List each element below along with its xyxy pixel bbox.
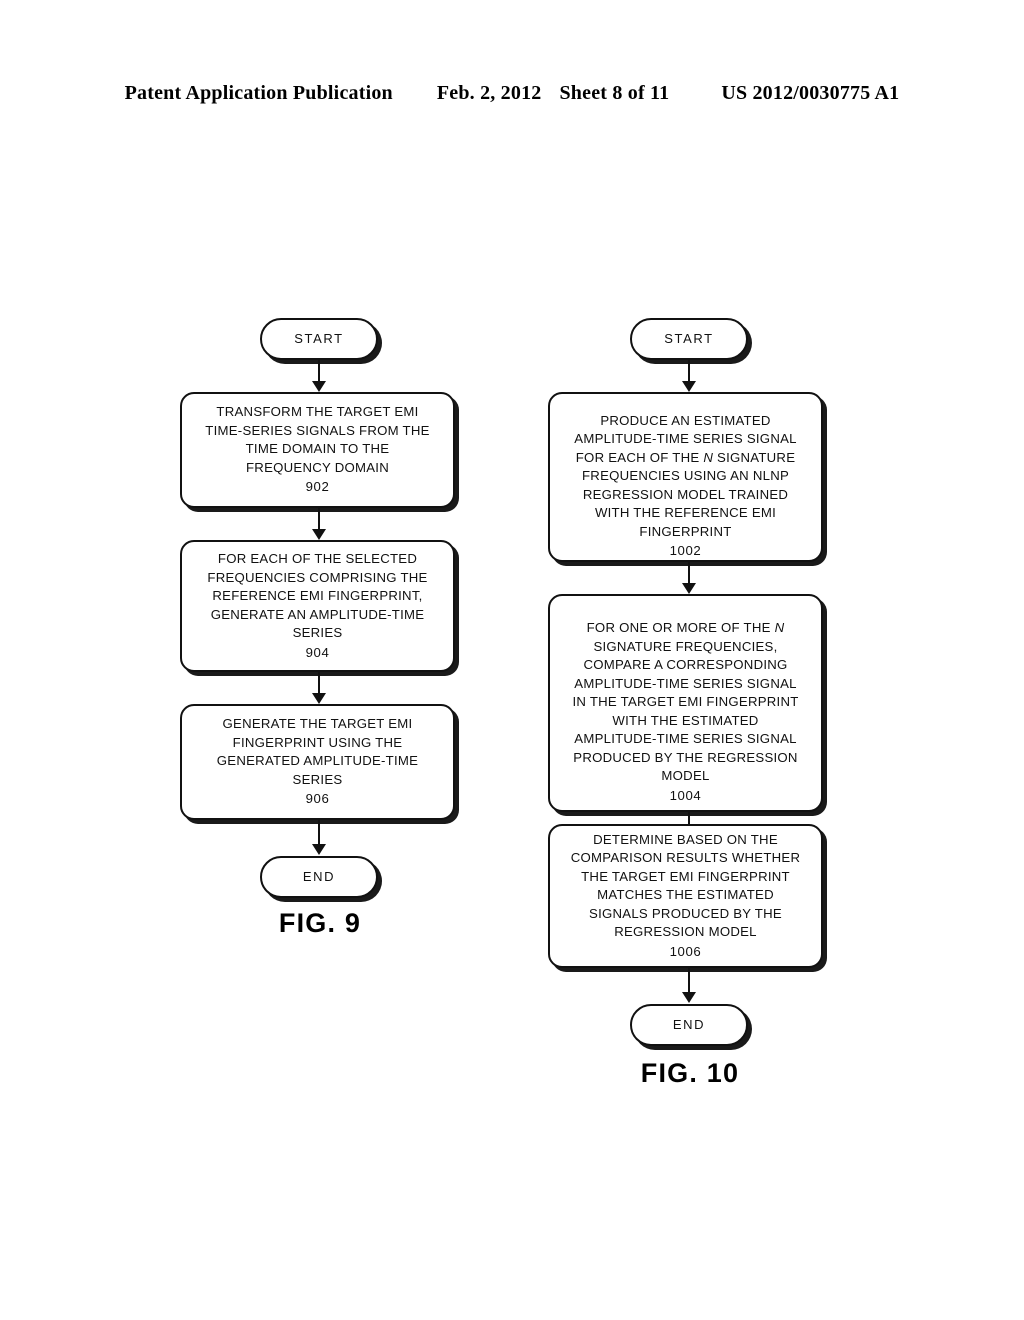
fig9-connector-start-to-902 xyxy=(318,360,320,382)
fig9-step-902-text: TRANSFORM THE TARGET EMI TIME-SERIES SIG… xyxy=(205,404,430,475)
fig10-step-1004-text-part1: FOR ONE OR MORE OF THE xyxy=(586,620,775,636)
fig10-step-1006-ref: 1006 xyxy=(669,943,702,959)
fig9-end-label: END xyxy=(302,868,336,884)
header-sheet-number: Sheet 8 of 11 xyxy=(559,82,670,104)
fig10-caption: FIG. 10 xyxy=(640,1058,740,1088)
fig9-step-906-text: GENERATE THE TARGET EMI FINGERPRINT USIN… xyxy=(216,716,419,787)
fig9-connector-904-to-906 xyxy=(318,672,320,694)
fig10-end-terminal: END xyxy=(630,1004,748,1046)
fig9-step-906-box: GENERATE THE TARGET EMI FINGERPRINT USIN… xyxy=(180,704,455,820)
fig10-start-label: START xyxy=(664,330,714,346)
fig10-step-1004-text: FOR ONE OR MORE OF THE N SIGNATURE FREQU… xyxy=(562,601,808,786)
page-header: Patent Application Publication Feb. 2, 2… xyxy=(0,82,1024,105)
fig9-step-904-text: FOR EACH OF THE SELECTED FREQUENCIES COM… xyxy=(207,551,428,640)
fig10-step-1006-box: DETERMINE BASED ON THE COMPARISON RESULT… xyxy=(548,824,823,968)
fig10-step-1002-text: PRODUCE AN ESTIMATED AMPLITUDE-TIME SERI… xyxy=(564,393,806,541)
fig10-arrowhead-1006-to-end xyxy=(682,992,696,1003)
fig9-connector-906-to-end xyxy=(318,820,320,845)
fig9-step-902-ref: 902 xyxy=(305,479,330,495)
fig9-arrowhead-902-to-904 xyxy=(312,529,326,540)
fig9-start-label: START xyxy=(294,330,344,346)
fig9-connector-902-to-904 xyxy=(318,508,320,530)
fig10-step-1004-text-part2: SIGNATURE FREQUENCIES, COMPARE A CORRESP… xyxy=(572,638,799,784)
header-publication-title: Patent Application Publication xyxy=(124,82,393,104)
fig10-step-1006-text: DETERMINE BASED ON THE COMPARISON RESULT… xyxy=(570,831,801,940)
fig9-arrowhead-906-to-end xyxy=(312,844,326,855)
figure-10: START PRODUCE AN ESTIMATED AMPLITUDE-TIM… xyxy=(520,300,860,1110)
fig10-connector-1002-to-1004 xyxy=(688,562,690,584)
figure-9: START TRANSFORM THE TARGET EMI TIME-SERI… xyxy=(150,300,490,960)
fig10-connector-1006-to-end xyxy=(688,968,690,993)
fig10-start-terminal: START xyxy=(630,318,748,360)
fig10-step-1002-ref: 1002 xyxy=(669,543,702,559)
fig10-connector-start-to-1002 xyxy=(688,360,690,382)
fig10-step-1002-italic-n: N xyxy=(703,449,714,465)
fig10-step-1004-ref: 1004 xyxy=(669,787,702,803)
fig10-step-1004-box: FOR ONE OR MORE OF THE N SIGNATURE FREQU… xyxy=(548,594,823,812)
fig9-start-terminal: START xyxy=(260,318,378,360)
fig10-end-label: END xyxy=(672,1016,706,1032)
fig10-arrowhead-1002-to-1004 xyxy=(682,583,696,594)
header-date: Feb. 2, 2012 xyxy=(436,82,542,104)
fig9-caption: FIG. 9 xyxy=(278,908,362,938)
fig9-end-terminal: END xyxy=(260,856,378,898)
fig9-step-904-box: FOR EACH OF THE SELECTED FREQUENCIES COM… xyxy=(180,540,455,672)
fig9-step-906-ref: 906 xyxy=(305,791,330,807)
fig9-step-902-box: TRANSFORM THE TARGET EMI TIME-SERIES SIG… xyxy=(180,392,455,508)
fig10-step-1004-italic-n: N xyxy=(774,620,785,636)
fig10-step-1002-box: PRODUCE AN ESTIMATED AMPLITUDE-TIME SERI… xyxy=(548,392,823,562)
fig9-step-904-ref: 904 xyxy=(305,644,330,660)
header-patent-number: US 2012/0030775 A1 xyxy=(721,82,900,104)
fig9-arrowhead-start-to-902 xyxy=(312,381,326,392)
fig9-arrowhead-904-to-906 xyxy=(312,693,326,704)
fig10-arrowhead-start-to-1002 xyxy=(682,381,696,392)
